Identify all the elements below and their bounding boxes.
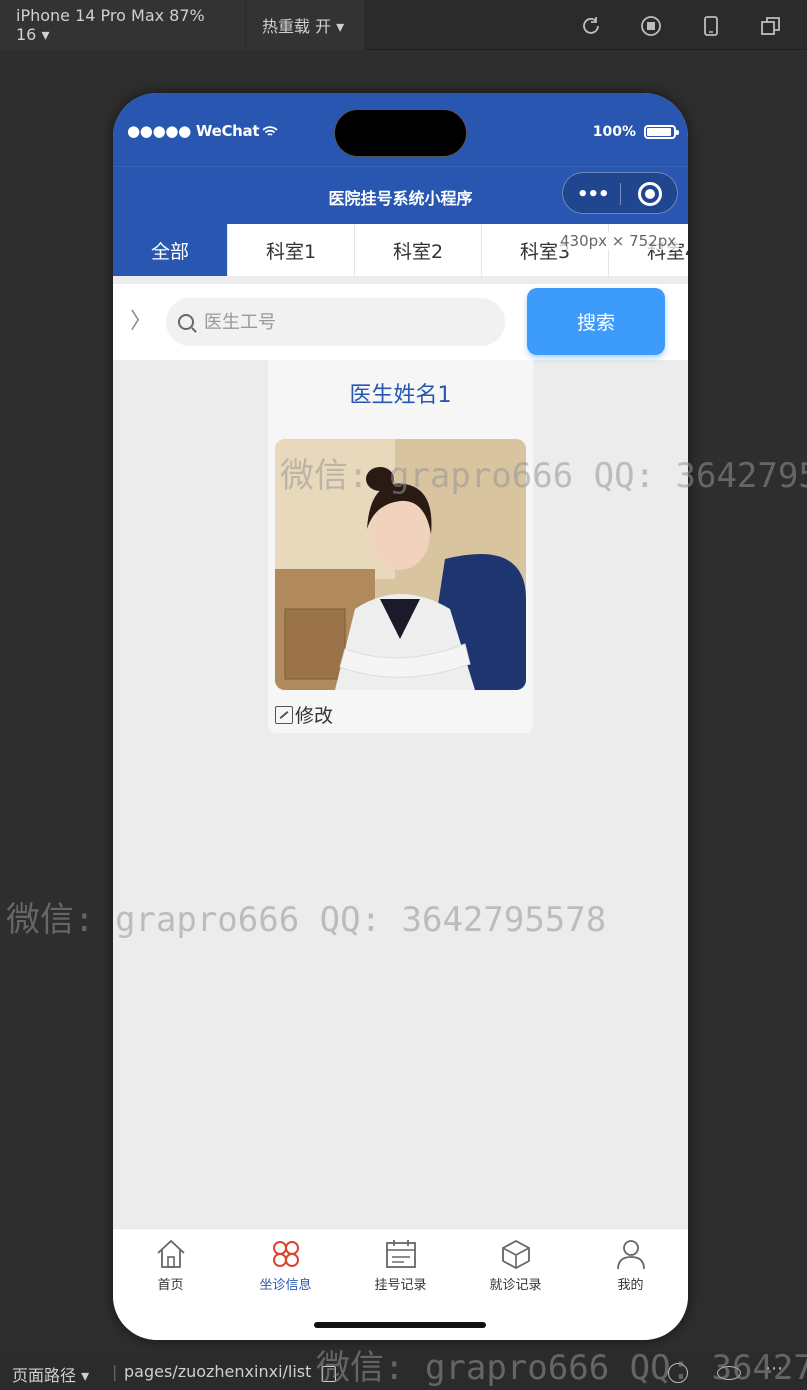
tabbar-label-mine: 我的	[617, 1278, 644, 1293]
tab-department-1[interactable]: 科室1	[228, 224, 355, 276]
doctor-name: 医生姓名1	[349, 383, 452, 408]
tab-all[interactable]: 全部	[113, 224, 228, 276]
tabbar-item-visit-records[interactable]: 就诊记录	[458, 1237, 573, 1293]
capsule-divider	[620, 183, 621, 205]
search-icon	[178, 314, 194, 330]
tabbar-label-consult-info: 坐诊信息	[259, 1278, 312, 1293]
doctor-photo[interactable]	[275, 439, 526, 690]
home-icon	[156, 1239, 185, 1268]
stop-icon[interactable]	[640, 15, 662, 37]
more-icon[interactable]: ⋯	[765, 1358, 783, 1379]
tabbar-label-home: 首页	[157, 1278, 184, 1293]
windows-icon[interactable]	[760, 15, 782, 37]
tabbar-label-visit-records: 就诊记录	[489, 1278, 542, 1293]
carrier-text: ●●●●● WeChat	[127, 122, 260, 140]
page-path-label[interactable]: 页面路径 ▾	[12, 1362, 89, 1386]
edit-icon	[275, 705, 293, 724]
device-selector[interactable]: iPhone 14 Pro Max 87% 16 ▾	[0, 0, 245, 50]
eye-icon[interactable]	[717, 1366, 741, 1380]
tabbar-item-home[interactable]: 首页	[113, 1237, 228, 1293]
more-icon[interactable]: •••	[577, 184, 610, 205]
navigation-bar: 医院挂号系统小程序 •••	[113, 166, 688, 224]
battery-icon	[644, 125, 679, 139]
search-input[interactable]	[204, 311, 494, 333]
search-button[interactable]: 搜索	[527, 288, 665, 355]
wifi-icon	[262, 125, 278, 136]
tabbar-item-mine[interactable]: 我的	[573, 1237, 688, 1293]
close-miniprogram-icon[interactable]	[638, 182, 662, 206]
search-field	[166, 298, 505, 346]
tabbar-item-consult-info[interactable]: 坐诊信息	[228, 1237, 343, 1293]
calendar-icon	[385, 1240, 416, 1268]
edit-label: 修改	[295, 705, 334, 727]
doctor-card[interactable]: 医生姓名1 修改	[268, 360, 533, 733]
tabbar-label-registration-records: 挂号记录	[374, 1278, 427, 1293]
status-bar: ●●●●● WeChat 100%	[113, 93, 688, 166]
devtools-footer: 页面路径 ▾ | pages/zuozhenxinxi/list ⋯	[0, 1352, 807, 1390]
hot-reload-toggle[interactable]: 热重载 开 ▾	[246, 0, 364, 50]
tab-department-2[interactable]: 科室2	[355, 224, 482, 276]
tabbar-item-registration-records[interactable]: 挂号记录	[343, 1237, 458, 1293]
search-bar: 〉 搜索	[113, 284, 688, 360]
phone-preview-icon[interactable]	[700, 15, 722, 37]
box-icon	[501, 1239, 530, 1270]
home-indicator	[314, 1322, 486, 1328]
footer-separator: |	[112, 1362, 118, 1381]
copy-icon[interactable]	[322, 1366, 336, 1382]
edit-button[interactable]: 修改	[275, 701, 333, 728]
chevron-right-icon[interactable]: 〉	[130, 303, 152, 335]
phone-simulator: ●●●●● WeChat 100% 医院挂号系统小程序 ••• 全部 科室1 科…	[113, 93, 688, 1340]
page-path: pages/zuozhenxinxi/list	[124, 1362, 312, 1381]
miniprogram-capsule: •••	[562, 172, 678, 214]
refresh-icon[interactable]	[580, 15, 602, 37]
grid-icon	[272, 1241, 299, 1267]
battery-percent: 100%	[592, 124, 636, 140]
size-overlay: 430px × 752px	[557, 232, 680, 250]
bug-icon[interactable]	[668, 1363, 688, 1383]
carrier-label: ●●●●● WeChat	[127, 122, 278, 140]
bottom-tabbar: 首页 坐诊信息 挂号记录 就诊记录 我的	[113, 1228, 688, 1340]
devtools-toolbar: iPhone 14 Pro Max 87% 16 ▾ 热重载 开 ▾	[0, 0, 807, 50]
dynamic-island	[334, 109, 467, 157]
doctor-portrait-image	[275, 439, 526, 690]
user-icon	[616, 1240, 645, 1270]
